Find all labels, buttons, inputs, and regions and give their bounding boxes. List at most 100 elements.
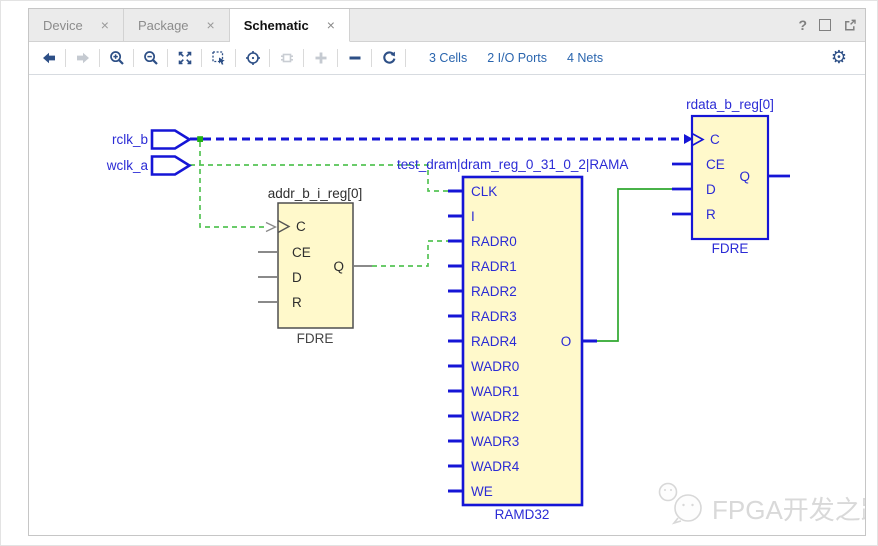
autofit-selection-button[interactable] <box>239 46 266 70</box>
pin-label-radr3: RADR3 <box>471 309 517 324</box>
float-window-icon[interactable] <box>843 18 857 32</box>
crosshair-target-icon <box>245 50 261 66</box>
toolbar-separator <box>133 49 134 67</box>
cell-type-label: RAMD32 <box>495 507 550 522</box>
port-label-rclk-b: rclk_b <box>112 132 148 147</box>
back-button[interactable] <box>35 46 62 70</box>
schematic-drawing: rclk_b wclk_a addr_b_i_reg[0] C CE D R <box>29 75 865 535</box>
tab-package-label: Package <box>138 18 189 33</box>
pin-label-wadr1: WADR1 <box>471 384 519 399</box>
pin-label-c: C <box>296 219 306 234</box>
port-rclk-b[interactable] <box>152 131 190 149</box>
toolbar-separator <box>303 49 304 67</box>
zoom-selection-button[interactable] <box>205 46 232 70</box>
settings-gear-icon[interactable]: ⚙ <box>831 49 847 67</box>
zoom-fit-icon <box>177 50 193 66</box>
cell-instance-label[interactable]: test_dram|dram_reg_0_31_0_2|RAMA <box>397 157 628 172</box>
pin-label-o: O <box>561 334 572 349</box>
schematic-canvas[interactable]: rclk_b wclk_a addr_b_i_reg[0] C CE D R <box>29 75 865 535</box>
pin-label-wadr2: WADR2 <box>471 409 519 424</box>
cell-addr-b-i-reg[interactable]: addr_b_i_reg[0] C CE D R Q FDRE <box>258 186 372 346</box>
watermark: FPGA开发之路 FPGA开发之路 <box>660 484 866 527</box>
port-label-wclk-a: wclk_a <box>106 158 149 173</box>
expand-button[interactable] <box>307 46 334 70</box>
pin-label-radr4: RADR4 <box>471 334 517 349</box>
toolbar-separator <box>405 49 406 67</box>
toolbar-separator <box>235 49 236 67</box>
toolbar-separator <box>269 49 270 67</box>
port-wclk-a[interactable] <box>152 157 190 175</box>
pin-label-d: D <box>292 270 302 285</box>
pin-label-r: R <box>292 295 302 310</box>
net-addr-q-to-radr0[interactable] <box>372 241 449 266</box>
collapse-button[interactable] <box>341 46 368 70</box>
cell-type-label: FDRE <box>712 241 749 256</box>
pin-label-clk: CLK <box>471 184 497 199</box>
pin-label-ce: CE <box>706 157 725 172</box>
toolbar-separator <box>337 49 338 67</box>
pin-label-we: WE <box>471 484 493 499</box>
pin-label-i: I <box>471 209 475 224</box>
pin-label-wadr3: WADR3 <box>471 434 519 449</box>
zoom-out-button[interactable] <box>137 46 164 70</box>
watermark-text: FPGA开发之路 <box>712 495 865 525</box>
cell-body[interactable] <box>692 116 768 239</box>
net-ram-o-to-rdata-d[interactable] <box>596 189 672 341</box>
pin-label-ce: CE <box>292 245 311 260</box>
pin-label-d: D <box>706 182 716 197</box>
help-icon[interactable]: ? <box>798 17 807 33</box>
pin-label-radr2: RADR2 <box>471 284 517 299</box>
zoom-fit-button[interactable] <box>171 46 198 70</box>
zoom-in-button[interactable] <box>103 46 130 70</box>
tab-schematic-label: Schematic <box>244 18 309 33</box>
pin-label-wadr0: WADR0 <box>471 359 519 374</box>
cell-rdata-b-reg[interactable]: rdata_b_reg[0] C CE D R Q FDRE <box>672 97 790 256</box>
back-arrow-icon <box>41 50 57 66</box>
tab-device[interactable]: Device × <box>29 9 124 41</box>
net-arrowhead-addr-c <box>266 223 276 232</box>
zoom-in-icon <box>109 50 125 66</box>
pin-label-radr1: RADR1 <box>471 259 517 274</box>
toolbar-separator <box>99 49 100 67</box>
refresh-icon <box>381 50 397 66</box>
tab-schematic-close-icon[interactable]: × <box>327 18 335 32</box>
tab-package-close-icon[interactable]: × <box>207 18 215 32</box>
pin-label-wadr4: WADR4 <box>471 459 520 474</box>
schematic-toolbar: 3 Cells 2 I/O Ports 4 Nets ⚙ <box>29 42 865 75</box>
cell-chip-icon <box>279 50 295 66</box>
pin-label-radr0: RADR0 <box>471 234 517 249</box>
pin-label-q: Q <box>739 169 750 184</box>
toolbar-separator <box>371 49 372 67</box>
plus-icon <box>313 50 329 66</box>
toolbar-separator <box>65 49 66 67</box>
tab-device-close-icon[interactable]: × <box>101 18 109 32</box>
nets-count-link[interactable]: 4 Nets <box>567 51 603 65</box>
schematic-window: Device × Package × Schematic × ? <box>28 8 866 536</box>
add-cell-button[interactable] <box>273 46 300 70</box>
pin-label-q: Q <box>333 259 344 274</box>
zoom-out-icon <box>143 50 159 66</box>
cell-type-label: FDRE <box>297 331 334 346</box>
window-controls: ? <box>798 9 857 41</box>
net-rclk-b-branch[interactable] <box>200 142 266 227</box>
forward-button[interactable] <box>69 46 96 70</box>
pin-label-c: C <box>710 132 720 147</box>
forward-arrow-icon <box>75 50 91 66</box>
toolbar-separator <box>201 49 202 67</box>
zoom-selection-icon <box>211 50 227 66</box>
net-junction-dot <box>197 136 203 142</box>
regenerate-button[interactable] <box>375 46 402 70</box>
tab-package[interactable]: Package × <box>124 9 230 41</box>
cell-ram-rama[interactable]: test_dram|dram_reg_0_31_0_2|RAMA <box>397 157 628 522</box>
cells-count-link[interactable]: 3 Cells <box>429 51 467 65</box>
io-ports-count-link[interactable]: 2 I/O Ports <box>487 51 547 65</box>
watermark-logo-icon <box>660 484 702 524</box>
tab-device-label: Device <box>43 18 83 33</box>
minus-icon <box>347 50 363 66</box>
maximize-icon[interactable] <box>819 19 831 31</box>
cell-instance-label[interactable]: rdata_b_reg[0] <box>686 97 774 112</box>
cell-instance-label[interactable]: addr_b_i_reg[0] <box>268 186 363 201</box>
pin-label-r: R <box>706 207 716 222</box>
tab-bar: Device × Package × Schematic × ? <box>29 9 865 42</box>
tab-schematic[interactable]: Schematic × <box>230 9 350 42</box>
